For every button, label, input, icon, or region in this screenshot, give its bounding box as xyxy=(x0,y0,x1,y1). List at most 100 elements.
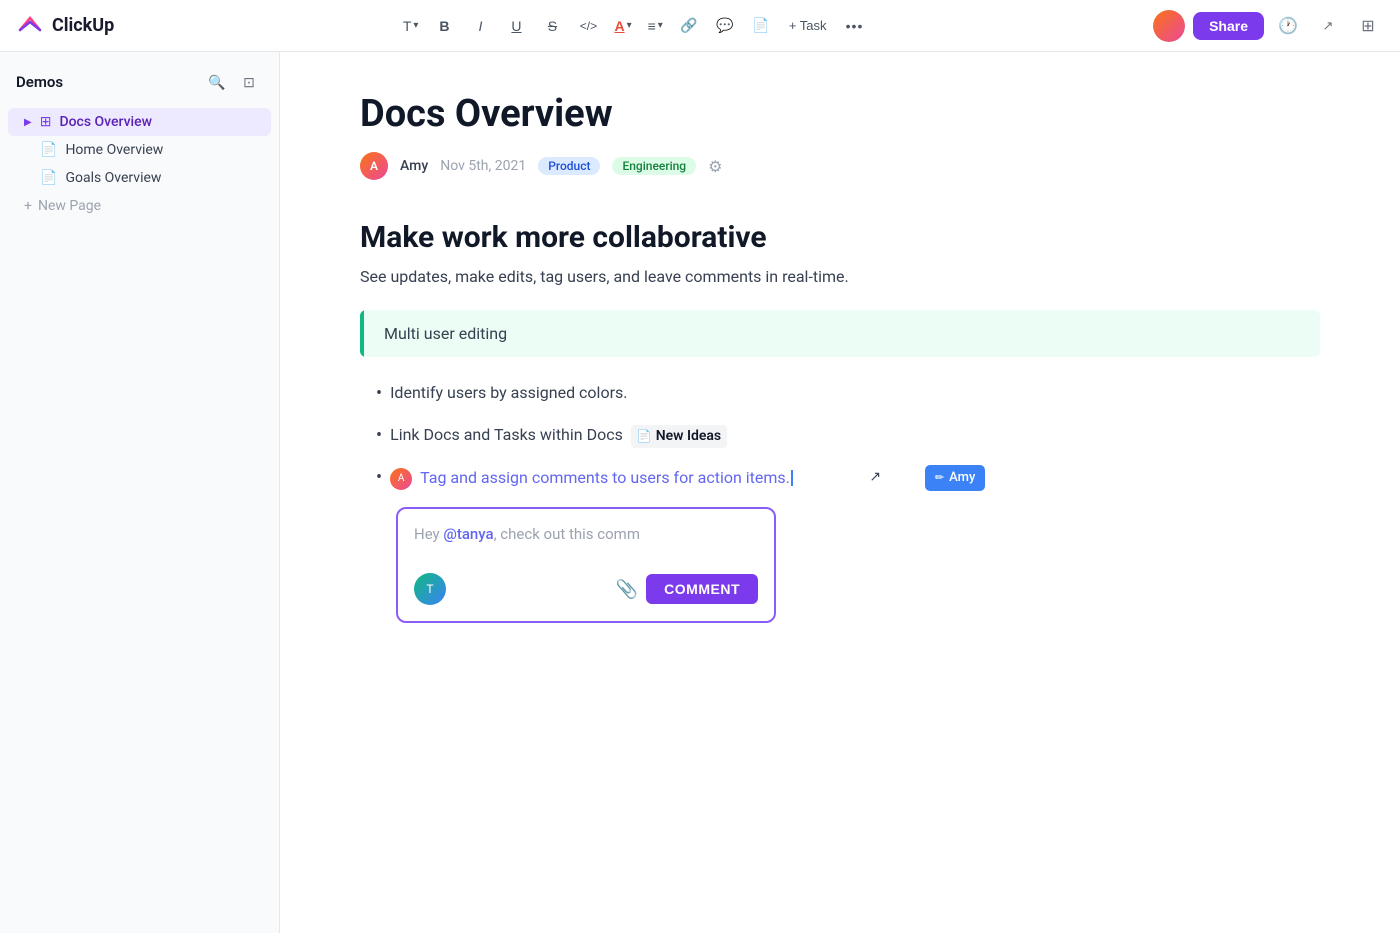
sidebar-item-label: Home Overview xyxy=(65,142,163,158)
doc-date: Nov 5th, 2021 xyxy=(440,158,526,174)
chevron-down-icon: ▾ xyxy=(658,20,663,31)
settings-icon[interactable]: ⚙ xyxy=(708,157,722,176)
mention-tag: @tanya xyxy=(443,525,493,543)
comment-input-text: Hey @tanya, check out this comm xyxy=(414,525,758,557)
underline-button[interactable]: U xyxy=(500,10,532,42)
author-name: Amy xyxy=(400,158,428,174)
link-button[interactable]: 🔗 xyxy=(673,10,705,42)
text-format-button[interactable]: T ▾ xyxy=(397,10,425,42)
doc-meta: A Amy Nov 5th, 2021 Product Engineering … xyxy=(360,152,1320,180)
bullet-text: Identify users by assigned colors. xyxy=(390,381,627,405)
export-icon: ↗ xyxy=(1323,18,1334,34)
clock-icon-button[interactable]: 🕐 xyxy=(1272,10,1304,42)
tag-product[interactable]: Product xyxy=(538,157,600,175)
sidebar: Demos 🔍 ⊡ ▶ ⊞ Docs Overview 📄 Home Overv… xyxy=(0,52,280,933)
paperclip-icon: 📎 xyxy=(616,579,638,599)
user-cursor-tag: ✏ Amy xyxy=(925,465,985,491)
author-avatar: A xyxy=(360,152,388,180)
italic-button[interactable]: I xyxy=(464,10,496,42)
link-icon: 🔗 xyxy=(680,17,697,34)
color-icon: A xyxy=(614,18,624,34)
bullet-text: Link Docs and Tasks within Docs 📄 New Id… xyxy=(390,423,727,448)
search-icon: 🔍 xyxy=(208,74,225,91)
bullet-dot: • xyxy=(376,464,382,491)
align-button[interactable]: ≡ ▾ xyxy=(642,10,669,42)
sidebar-search-button[interactable]: 🔍 xyxy=(203,68,231,96)
attachment-button[interactable]: 📄 xyxy=(745,10,777,42)
text-format-label: T xyxy=(403,18,412,34)
bullet-dot: • xyxy=(376,422,382,449)
grid-icon: ⊞ xyxy=(40,114,52,130)
tagged-bullet-text: Tag and assign comments to users for act… xyxy=(420,466,790,490)
chevron-down-icon: ▾ xyxy=(413,20,418,31)
color-button[interactable]: A ▾ xyxy=(608,10,637,42)
user-avatar-inline: A xyxy=(390,468,412,490)
new-page-button[interactable]: + New Page xyxy=(8,192,271,220)
more-button[interactable]: ••• xyxy=(839,10,871,42)
toolbar-left: ClickUp xyxy=(16,12,114,40)
doc-icon: 📄 xyxy=(40,170,57,186)
new-page-label: New Page xyxy=(38,198,101,214)
code-button[interactable]: </> xyxy=(572,10,604,42)
clickup-logo-icon xyxy=(16,12,44,40)
attachment-icon: 📄 xyxy=(752,17,769,34)
comment-inline-button[interactable]: 💬 xyxy=(709,10,741,42)
main-layout: Demos 🔍 ⊡ ▶ ⊞ Docs Overview 📄 Home Overv… xyxy=(0,52,1400,933)
sidebar-item-goals-overview[interactable]: 📄 Goals Overview xyxy=(8,164,271,192)
sidebar-actions: 🔍 ⊡ xyxy=(203,68,263,96)
list-item: • Link Docs and Tasks within Docs 📄 New … xyxy=(376,423,1320,449)
comment-footer: T 📎 COMMENT xyxy=(414,573,758,605)
amy-label: Amy xyxy=(949,468,975,488)
align-icon: ≡ xyxy=(648,18,656,34)
bullet-dot: • xyxy=(376,380,382,407)
bullet-list: • Identify users by assigned colors. • L… xyxy=(360,381,1320,491)
section-subtitle: See updates, make edits, tag users, and … xyxy=(360,267,1320,286)
comment-box: Hey @tanya, check out this comm T 📎 COMM… xyxy=(396,507,776,623)
commenter-avatar: T xyxy=(414,573,446,605)
chevron-right-icon: ▶ xyxy=(24,117,32,128)
sidebar-item-label: Goals Overview xyxy=(65,170,161,186)
highlight-block: Multi user editing xyxy=(360,310,1320,357)
export-button[interactable]: ↗ xyxy=(1312,10,1344,42)
comment-container: Hey @tanya, check out this comm T 📎 COMM… xyxy=(396,507,1320,623)
workspace-name: Demos xyxy=(16,73,63,91)
comment-submit-button[interactable]: COMMENT xyxy=(646,574,758,604)
toolbar-right: Share 🕐 ↗ ⊞ xyxy=(1153,10,1384,42)
sidebar-header: Demos 🔍 ⊡ xyxy=(0,68,279,108)
plus-icon: + xyxy=(24,198,32,214)
link-label: New Ideas xyxy=(656,426,721,447)
text-cursor xyxy=(791,470,793,486)
layout-icon: ⊞ xyxy=(1361,16,1374,36)
sidebar-item-home-overview[interactable]: 📄 Home Overview xyxy=(8,136,271,164)
pencil-icon: ✏ xyxy=(935,470,944,487)
toolbar-center: T ▾ B I U S </> A ▾ ≡ ▾ 🔗 💬 📄 + Task ••• xyxy=(397,10,871,42)
toolbar: ClickUp T ▾ B I U S </> A ▾ ≡ ▾ 🔗 💬 📄 + xyxy=(0,0,1400,52)
list-item: • Identify users by assigned colors. xyxy=(376,381,1320,407)
comment-actions: 📎 COMMENT xyxy=(616,574,758,604)
avatar xyxy=(1153,10,1185,42)
section-heading: Make work more collaborative xyxy=(360,220,1320,255)
sidebar-layout-button[interactable]: ⊡ xyxy=(235,68,263,96)
chevron-down-icon: ▾ xyxy=(627,20,632,31)
doc-link-icon: 📄 xyxy=(637,427,652,445)
doc-title: Docs Overview xyxy=(360,92,1320,136)
attach-button[interactable]: 📎 xyxy=(616,579,638,600)
sidebar-layout-icon: ⊡ xyxy=(243,74,255,91)
list-item: • A Tag and assign comments to users for… xyxy=(376,465,1320,491)
clock-icon: 🕐 xyxy=(1278,16,1298,36)
mouse-cursor-icon: ↗ xyxy=(869,467,881,488)
bold-button[interactable]: B xyxy=(428,10,460,42)
strikethrough-button[interactable]: S xyxy=(536,10,568,42)
share-button[interactable]: Share xyxy=(1193,12,1264,40)
highlight-text: Multi user editing xyxy=(364,310,527,357)
sidebar-item-label: Docs Overview xyxy=(59,114,152,130)
task-button[interactable]: + Task xyxy=(781,10,835,42)
task-label: + Task xyxy=(789,18,827,33)
inline-doc-link[interactable]: 📄 New Ideas xyxy=(631,425,727,448)
logo-text: ClickUp xyxy=(52,15,114,36)
layout-button[interactable]: ⊞ xyxy=(1352,10,1384,42)
comment-icon: 💬 xyxy=(716,17,733,34)
content-area: Docs Overview A Amy Nov 5th, 2021 Produc… xyxy=(280,52,1400,933)
tag-engineering[interactable]: Engineering xyxy=(612,157,696,175)
sidebar-item-docs-overview[interactable]: ▶ ⊞ Docs Overview xyxy=(8,108,271,136)
